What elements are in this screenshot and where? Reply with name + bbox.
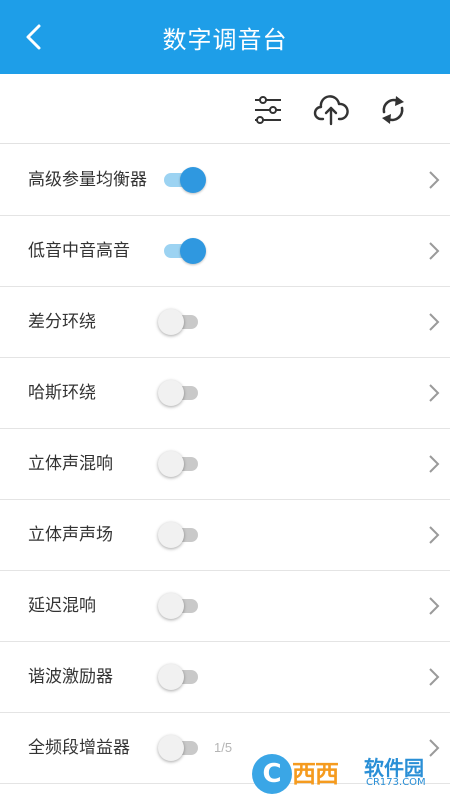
- item-label: 全频段增益器: [28, 738, 130, 758]
- item-label: 谐波激励器: [28, 667, 113, 687]
- filter-icon: [255, 96, 281, 124]
- list-item[interactable]: 低音中音高音: [0, 216, 450, 287]
- toolbar: [0, 74, 450, 144]
- page-title: 数字调音台: [162, 25, 288, 54]
- back-button[interactable]: [14, 17, 54, 57]
- item-label: 立体声混响: [28, 454, 113, 474]
- watermark-main: 西西: [292, 760, 339, 788]
- chevron-right-icon: [429, 526, 440, 544]
- refresh-button[interactable]: [375, 92, 411, 128]
- chevron-right-icon: [429, 597, 440, 615]
- toggle-switch[interactable]: [158, 735, 200, 761]
- item-label: 哈斯环绕: [28, 383, 96, 403]
- item-label: 立体声声场: [28, 525, 113, 545]
- list-item[interactable]: 谐波激励器: [0, 642, 450, 713]
- chevron-right-icon: [429, 242, 440, 260]
- settings-list: 高级参量均衡器 低音中音高音 差分环绕 哈斯环绕 立体声混响 立体声声场 延迟混…: [0, 145, 450, 784]
- list-item[interactable]: 差分环绕: [0, 287, 450, 358]
- chevron-right-icon: [429, 171, 440, 189]
- toggle-switch[interactable]: [158, 664, 200, 690]
- list-item[interactable]: 延迟混响: [0, 571, 450, 642]
- chevron-right-icon: [429, 313, 440, 331]
- toggle-switch[interactable]: [158, 451, 200, 477]
- list-item[interactable]: 哈斯环绕: [0, 358, 450, 429]
- chevron-right-icon: [429, 668, 440, 686]
- list-item[interactable]: 立体声声场: [0, 500, 450, 571]
- watermark-logo: C 西西 软件园 CR173.COM: [252, 752, 442, 796]
- toggle-switch[interactable]: [158, 167, 206, 193]
- refresh-icon: [382, 96, 404, 124]
- item-label: 延迟混响: [28, 596, 96, 616]
- item-label: 高级参量均衡器: [28, 170, 147, 190]
- app-header: 数字调音台: [0, 0, 450, 74]
- watermark-badge: C: [252, 754, 292, 794]
- toggle-switch[interactable]: [158, 522, 200, 548]
- toggle-switch[interactable]: [158, 238, 206, 264]
- page-indicator: 1/5: [214, 740, 233, 755]
- cloud-upload-button[interactable]: [313, 92, 349, 128]
- back-arrow-icon: [26, 24, 41, 50]
- toggle-switch[interactable]: [158, 309, 200, 335]
- chevron-right-icon: [429, 384, 440, 402]
- toggle-switch[interactable]: [158, 380, 200, 406]
- chevron-right-icon: [429, 455, 440, 473]
- list-item[interactable]: 高级参量均衡器: [0, 145, 450, 216]
- watermark-url: CR173.COM: [366, 777, 426, 788]
- item-label: 差分环绕: [28, 312, 96, 332]
- filter-button[interactable]: [250, 92, 286, 128]
- toggle-switch[interactable]: [158, 593, 200, 619]
- item-label: 低音中音高音: [28, 241, 130, 261]
- cloud-upload-icon: [313, 95, 349, 126]
- list-item[interactable]: 立体声混响: [0, 429, 450, 500]
